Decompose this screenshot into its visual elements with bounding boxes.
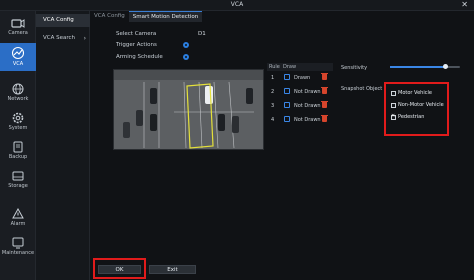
checkbox-label: Pedestrian — [398, 114, 425, 120]
nav-label: Camera — [8, 30, 28, 36]
alarm-icon — [12, 208, 24, 219]
nav-label: System — [8, 125, 28, 131]
breadcrumb-vca-config[interactable]: VCA Config — [90, 11, 129, 22]
delete-icon[interactable] — [321, 87, 328, 94]
maintenance-icon — [12, 237, 24, 249]
ok-button-highlight: OK — [93, 258, 146, 279]
select-camera-label: Select Camera — [116, 31, 157, 37]
draw-column-header: Draw — [283, 64, 297, 70]
checkbox[interactable] — [391, 103, 396, 108]
select-camera-dropdown[interactable]: D1 — [198, 31, 206, 37]
table-row[interactable]: 4 Not Drawn — [267, 113, 333, 127]
main-nav: Camera VCA Network System Backup Storage… — [0, 11, 36, 280]
trigger-actions-label: Trigger Actions — [116, 42, 157, 48]
backup-icon — [13, 141, 23, 153]
checkbox-label: Non-Motor Vehicle — [398, 102, 444, 108]
draw-icon[interactable] — [284, 102, 290, 108]
nav-item-network[interactable]: Network — [0, 80, 36, 106]
camera-icon — [11, 19, 25, 28]
breadcrumb: VCA Config Smart Motion Detection — [90, 11, 203, 22]
rule-number: 3 — [271, 103, 275, 109]
chevron-right-icon: › — [83, 35, 86, 42]
storage-icon — [12, 171, 24, 181]
submenu-label: VCA Search — [43, 35, 76, 41]
table-row[interactable]: 2 Not Drawn — [267, 85, 333, 99]
rules-table: Rule Draw 1 Drawn 2 Not Drawn 3 Not Draw… — [267, 63, 333, 127]
window-title: VCA — [230, 1, 244, 8]
arming-schedule-gear-icon[interactable] — [183, 54, 189, 60]
close-icon[interactable]: ✕ — [461, 0, 468, 10]
submenu-item-vca-search[interactable]: VCA Search › — [36, 32, 90, 45]
delete-icon[interactable] — [321, 101, 328, 108]
rule-column-header: Rule — [269, 64, 280, 70]
breadcrumb-smart-motion-detection[interactable]: Smart Motion Detection — [128, 11, 203, 22]
submenu-item-vca-config[interactable]: VCA Config — [36, 14, 90, 27]
camera-preview[interactable] — [113, 69, 264, 150]
sensitivity-slider[interactable] — [390, 64, 460, 69]
network-icon — [12, 83, 24, 95]
draw-state: Not Drawn — [294, 103, 321, 109]
table-row[interactable]: 1 Drawn — [267, 71, 333, 85]
draw-state: Not Drawn — [294, 89, 321, 95]
nav-item-vca[interactable]: VCA — [0, 43, 36, 71]
delete-icon[interactable] — [321, 73, 328, 80]
ok-button[interactable]: OK — [98, 265, 141, 274]
system-gear-icon — [12, 112, 24, 124]
draw-state: Not Drawn — [294, 117, 321, 123]
checkbox[interactable] — [391, 91, 396, 96]
nav-item-system[interactable]: System — [0, 109, 36, 135]
rule-number: 4 — [271, 117, 275, 123]
exit-button[interactable]: Exit — [149, 265, 196, 274]
draw-icon[interactable] — [284, 88, 290, 94]
nav-label: Network — [7, 96, 29, 102]
snapshot-object-label: Snapshot Object — [341, 86, 383, 92]
vca-window: VCA ✕ Camera VCA Network System Backup S… — [0, 0, 474, 280]
title-bar: VCA ✕ — [0, 0, 474, 11]
rule-number: 2 — [271, 89, 275, 95]
nav-label: Backup — [8, 154, 28, 160]
rules-header: Rule Draw — [267, 63, 333, 71]
slider-fill — [390, 66, 445, 68]
checkbox[interactable] — [391, 113, 396, 120]
nav-item-alarm[interactable]: Alarm — [0, 205, 36, 231]
nav-label: Storage — [8, 183, 28, 189]
draw-icon[interactable] — [284, 74, 290, 80]
vca-submenu: VCA Config VCA Search › — [36, 11, 90, 280]
main-panel: VCA Config Smart Motion Detection Select… — [90, 11, 474, 280]
snapshot-object-highlight: Motor Vehicle Non-Motor Vehicle Pedestri… — [384, 82, 449, 136]
trigger-actions-gear-icon[interactable] — [183, 42, 189, 48]
table-row[interactable]: 3 Not Drawn — [267, 99, 333, 113]
nav-item-camera[interactable]: Camera — [0, 14, 36, 40]
slider-thumb[interactable] — [442, 64, 448, 69]
parking-lot-image — [114, 70, 263, 149]
rule-number: 1 — [271, 75, 275, 81]
arming-schedule-label: Arming Schedule — [116, 54, 163, 60]
nav-label: Alarm — [10, 221, 26, 227]
draw-state: Drawn — [294, 75, 311, 81]
checkbox-label: Motor Vehicle — [398, 90, 432, 96]
nav-label: VCA — [12, 61, 24, 67]
delete-icon[interactable] — [321, 115, 328, 122]
sensitivity-label: Sensitivity — [341, 65, 368, 71]
vca-icon — [11, 46, 25, 60]
nav-item-backup[interactable]: Backup — [0, 138, 36, 164]
submenu-label: VCA Config — [43, 17, 74, 23]
nav-item-maintenance[interactable]: Maintenance — [0, 234, 36, 260]
draw-icon[interactable] — [284, 116, 290, 122]
nav-label: Maintenance — [1, 250, 35, 256]
nav-item-storage[interactable]: Storage — [0, 167, 36, 193]
